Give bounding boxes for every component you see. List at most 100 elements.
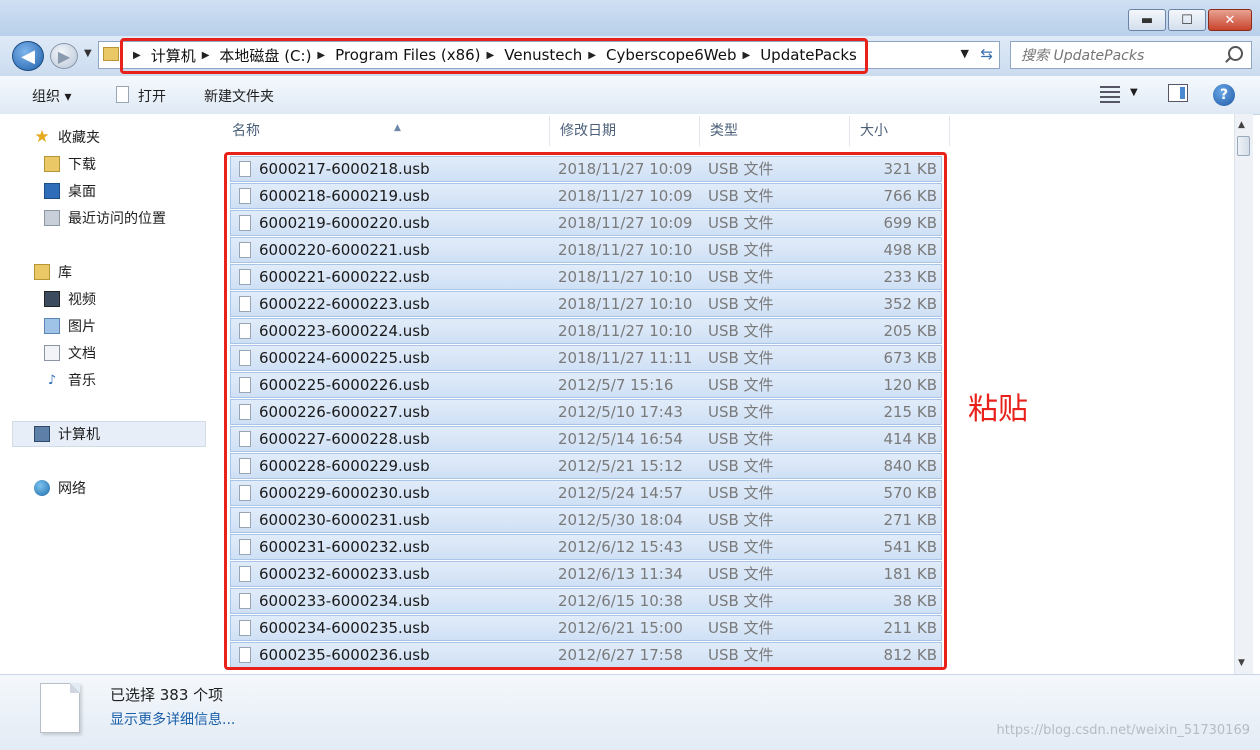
crumb-computer[interactable]: 计算机 [151, 45, 196, 66]
crumb-updatepacks[interactable]: UpdatePacks [760, 46, 857, 64]
file-row[interactable]: 6000217-6000218.usb 2018/11/27 10:09 USB 文… [230, 156, 942, 182]
crumb-program-files[interactable]: Program Files (x86) [335, 46, 480, 64]
search-input[interactable] [1019, 43, 1223, 69]
refresh-icon[interactable]: ⇆ [980, 45, 993, 63]
file-name: 6000233-6000234.usb [259, 592, 430, 610]
file-date: 2018/11/27 10:10 [558, 241, 693, 259]
nav-desktop[interactable]: 桌面 [44, 180, 96, 202]
address-bar[interactable]: ▶ 计算机 ▶ 本地磁盘 (C:) ▶ Program Files (x86) … [98, 41, 1000, 69]
file-icon [239, 458, 251, 474]
file-type: USB 文件 [708, 268, 774, 286]
organize-button[interactable]: 组织 ▾ [32, 86, 71, 106]
file-type: USB 文件 [708, 538, 774, 556]
address-row: ◀ ▶ ▼ ▶ 计算机 ▶ 本地磁盘 (C:) ▶ Program Files … [0, 36, 1260, 76]
file-row[interactable]: 6000231-6000232.usb 2012/6/12 15:43 USB 文件… [230, 534, 942, 560]
column-header-size[interactable]: 大小 [850, 116, 950, 146]
preview-pane-icon[interactable] [1168, 84, 1188, 102]
crumb-venustech[interactable]: Venustech [504, 46, 582, 64]
file-row[interactable]: 6000222-6000223.usb 2018/11/27 10:10 USB 文… [230, 291, 942, 317]
nav-computer[interactable]: 计算机 [34, 423, 100, 445]
paste-annotation: 粘贴 [968, 392, 1028, 427]
chevron-right-icon[interactable]: ▶ [743, 50, 751, 61]
address-dropdown-icon[interactable]: ▼ [961, 47, 969, 60]
search-box[interactable] [1010, 41, 1252, 69]
view-options-icon[interactable] [1100, 84, 1120, 104]
file-size: 233 KB [883, 268, 937, 286]
file-date: 2012/6/15 10:38 [558, 592, 683, 610]
chevron-right-icon[interactable]: ▶ [202, 50, 210, 61]
file-row[interactable]: 6000223-6000224.usb 2018/11/27 10:10 USB 文… [230, 318, 942, 344]
nav-label: 计算机 [58, 427, 100, 443]
file-type: USB 文件 [708, 430, 774, 448]
column-header-name[interactable]: 名称 ▲ [222, 116, 550, 146]
nav-favorites[interactable]: ★ 收藏夹 [34, 126, 100, 148]
chevron-right-icon[interactable]: ▶ [133, 50, 141, 61]
file-type: USB 文件 [708, 322, 774, 340]
file-icon [239, 215, 251, 231]
maximize-button[interactable]: ☐ [1168, 9, 1206, 31]
file-date: 2012/5/14 16:54 [558, 430, 683, 448]
nav-videos[interactable]: 视频 [44, 288, 96, 310]
column-label: 大小 [860, 123, 888, 139]
crumb-local-disk[interactable]: 本地磁盘 (C:) [219, 45, 311, 66]
file-row[interactable]: 6000219-6000220.usb 2018/11/27 10:09 USB 文… [230, 210, 942, 236]
help-icon[interactable]: ? [1213, 84, 1235, 106]
chevron-right-icon[interactable]: ▶ [588, 50, 596, 61]
selection-count: 已选择 383 个项 [110, 686, 224, 704]
crumb-cyberscope[interactable]: Cyberscope6Web [606, 46, 737, 64]
file-icon [239, 269, 251, 285]
file-row[interactable]: 6000224-6000225.usb 2018/11/27 11:11 USB 文… [230, 345, 942, 371]
new-folder-button[interactable]: 新建文件夹 [204, 86, 274, 106]
file-row[interactable]: 6000218-6000219.usb 2018/11/27 10:09 USB 文… [230, 183, 942, 209]
column-label: 修改日期 [560, 123, 616, 139]
file-row[interactable]: 6000225-6000226.usb 2012/5/7 15:16 USB 文件 1… [230, 372, 942, 398]
file-row[interactable]: 6000221-6000222.usb 2018/11/27 10:10 USB 文… [230, 264, 942, 290]
file-date: 2012/6/13 11:34 [558, 565, 683, 583]
scroll-up-icon[interactable]: ▲ [1238, 120, 1245, 130]
vertical-scrollbar[interactable]: ▲ ▼ [1234, 114, 1253, 674]
column-header-type[interactable]: 类型 [700, 116, 850, 146]
recent-pages-dropdown[interactable]: ▼ [84, 48, 92, 59]
file-row[interactable]: 6000229-6000230.usb 2012/5/24 14:57 USB 文件… [230, 480, 942, 506]
file-row[interactable]: 6000226-6000227.usb 2012/5/10 17:43 USB 文件… [230, 399, 942, 425]
window-controls: ▬ ☐ ✕ [1128, 9, 1252, 31]
close-button[interactable]: ✕ [1208, 9, 1252, 31]
file-date: 2012/6/21 15:00 [558, 619, 683, 637]
nav-downloads[interactable]: 下载 [44, 153, 96, 175]
nav-network[interactable]: 网络 [34, 477, 86, 499]
nav-documents[interactable]: 文档 [44, 342, 96, 364]
file-size: 766 KB [883, 187, 937, 205]
back-button[interactable]: ◀ [12, 41, 44, 71]
nav-libraries[interactable]: 库 [34, 261, 72, 283]
file-row[interactable]: 6000228-6000229.usb 2012/5/21 15:12 USB 文件… [230, 453, 942, 479]
forward-button[interactable]: ▶ [50, 43, 78, 69]
scrollbar-thumb[interactable] [1237, 136, 1250, 156]
column-header-date[interactable]: 修改日期 [550, 116, 700, 146]
file-type: USB 文件 [708, 511, 774, 529]
minimize-button[interactable]: ▬ [1128, 9, 1166, 31]
file-row[interactable]: 6000232-6000233.usb 2012/6/13 11:34 USB 文件… [230, 561, 942, 587]
title-bar: ▬ ☐ ✕ [0, 0, 1260, 37]
open-button[interactable]: 打开 [138, 86, 166, 106]
chevron-right-icon[interactable]: ▶ [317, 50, 325, 61]
network-icon [34, 480, 50, 496]
chevron-right-icon[interactable]: ▶ [487, 50, 495, 61]
minimize-icon: ▬ [1140, 12, 1154, 28]
file-row[interactable]: 6000235-6000236.usb 2012/6/27 17:58 USB 文件… [230, 642, 942, 668]
show-more-details-link[interactable]: 显示更多详细信息... [110, 709, 235, 729]
file-row[interactable]: 6000220-6000221.usb 2018/11/27 10:10 USB 文… [230, 237, 942, 263]
file-size: 570 KB [883, 484, 937, 502]
file-row[interactable]: 6000233-6000234.usb 2012/6/15 10:38 USB 文件… [230, 588, 942, 614]
nav-music[interactable]: ♪ 音乐 [44, 369, 96, 391]
file-row[interactable]: 6000227-6000228.usb 2012/5/14 16:54 USB 文件… [230, 426, 942, 452]
forward-arrow-icon: ▶ [57, 46, 71, 66]
file-icon [239, 242, 251, 258]
view-dropdown-icon[interactable]: ▼ [1130, 87, 1138, 98]
search-icon[interactable] [1228, 46, 1243, 61]
watermark: https://blog.csdn.net/weixin_51730169 [996, 723, 1250, 738]
scroll-down-icon[interactable]: ▼ [1238, 658, 1245, 668]
file-row[interactable]: 6000230-6000231.usb 2012/5/30 18:04 USB 文件… [230, 507, 942, 533]
nav-recent-places[interactable]: 最近访问的位置 [44, 207, 166, 229]
file-row[interactable]: 6000234-6000235.usb 2012/6/21 15:00 USB 文件… [230, 615, 942, 641]
nav-pictures[interactable]: 图片 [44, 315, 96, 337]
